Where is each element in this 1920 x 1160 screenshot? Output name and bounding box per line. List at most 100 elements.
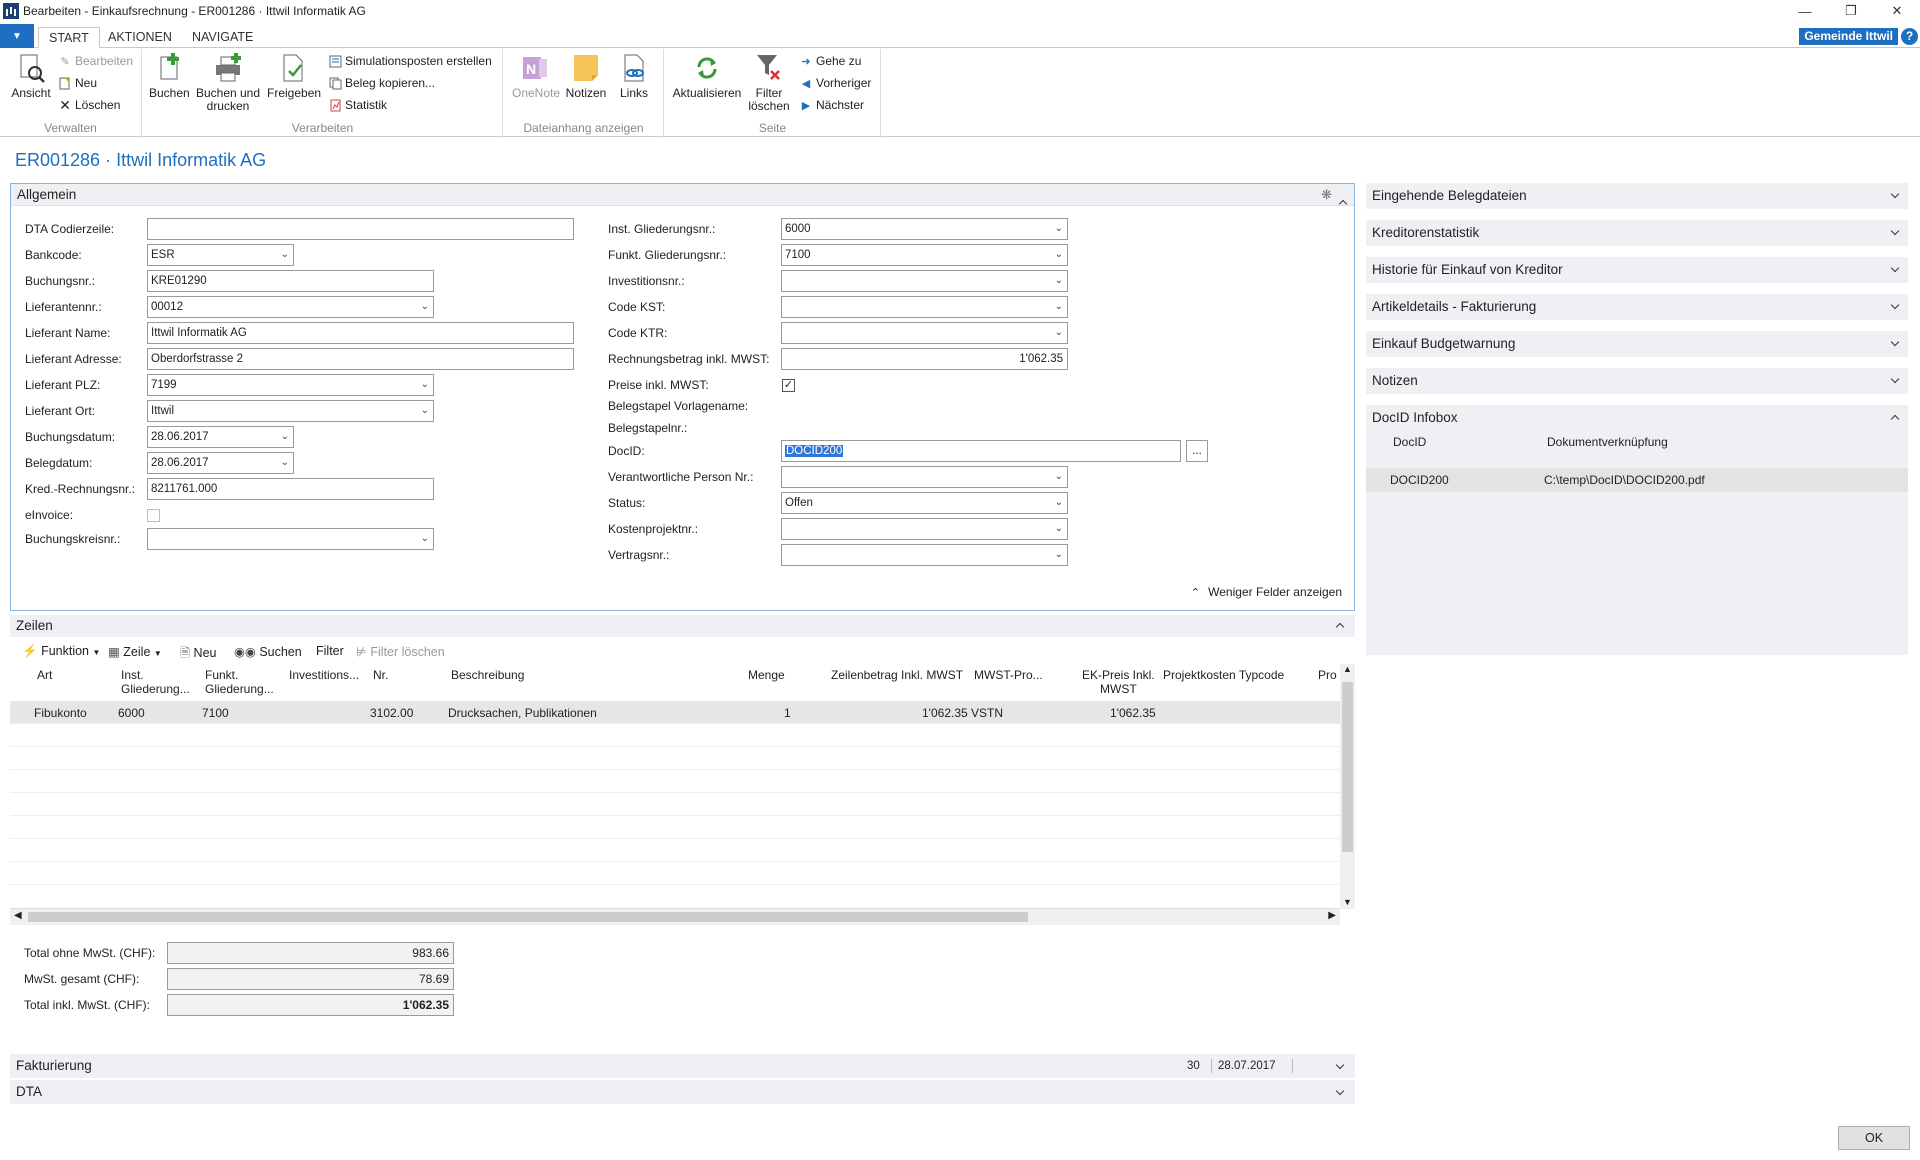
allgemein-header[interactable]: Allgemein ❋ <box>11 184 1354 209</box>
table-row[interactable] <box>10 793 1340 816</box>
chevron-down-icon[interactable]: ⌄ <box>1055 219 1063 239</box>
col-header-art[interactable]: Art <box>37 668 52 682</box>
beleg-kopieren-button[interactable]: Beleg kopieren... <box>328 74 435 92</box>
file-menu-button[interactable]: ▼ <box>0 24 34 48</box>
chevron-down-icon[interactable] <box>1890 337 1900 347</box>
kostenprojektnr-select[interactable]: ⌄ <box>781 518 1068 540</box>
tab-start[interactable]: START <box>38 27 100 48</box>
chevron-down-icon[interactable]: ⌄ <box>1055 519 1063 539</box>
freigeben-button[interactable]: Freigeben <box>267 53 321 100</box>
ansicht-button[interactable]: Ansicht <box>8 53 54 100</box>
notizen-button[interactable]: Notizen <box>564 53 608 100</box>
chevron-down-icon[interactable]: ⌄ <box>281 427 289 447</box>
filter-loeschen-button[interactable]: Filter löschen <box>747 53 791 113</box>
vertical-scroll-thumb[interactable] <box>1342 682 1353 852</box>
fasttab-dta[interactable]: DTA <box>10 1080 1355 1104</box>
kred-rechnungsnr-input[interactable]: 8211761.000 <box>147 478 434 500</box>
neu-zeile-button[interactable]: 🗎 Neu <box>180 644 216 665</box>
chevron-down-icon[interactable]: ⌄ <box>1055 271 1063 291</box>
lieferant-adresse-input[interactable]: Oberdorfstrasse 2 <box>147 348 574 370</box>
link-cell[interactable]: C:\temp\DocID\DOCID200.pdf <box>1544 473 1705 487</box>
inst-gliederungsnr-select[interactable]: 6000 ⌄ <box>781 218 1068 240</box>
buchen-drucken-button[interactable]: Buchen und drucken <box>195 53 261 113</box>
table-row[interactable] <box>10 862 1340 885</box>
chevron-down-icon[interactable] <box>1890 226 1900 236</box>
buchungskreisnr-select[interactable]: ⌄ <box>147 528 434 550</box>
simulation-button[interactable]: Simulationsposten erstellen <box>328 52 492 70</box>
horizontal-scroll-thumb[interactable] <box>28 912 1028 922</box>
chevron-down-icon[interactable] <box>1890 374 1900 384</box>
col-header-zeilenbetrag[interactable]: Zeilenbetrag Inkl. MWST <box>831 668 963 682</box>
einvoice-checkbox[interactable] <box>147 509 160 522</box>
table-row[interactable] <box>10 770 1340 793</box>
factbox-historie[interactable]: Historie für Einkauf von Kreditor <box>1366 257 1908 283</box>
funktion-button[interactable]: ⚡ Funktion ▼ <box>22 644 100 659</box>
docid-lookup-button[interactable]: ... <box>1186 440 1208 462</box>
col-header-inst[interactable]: Inst. Gliederung... <box>121 668 190 696</box>
fasttab-fakturierung[interactable]: Fakturierung 30 28.07.2017 <box>10 1054 1355 1078</box>
factbox-notizen[interactable]: Notizen <box>1366 368 1908 394</box>
lieferantennr-select[interactable]: 00012 ⌄ <box>147 296 434 318</box>
chevron-down-icon[interactable]: ⌄ <box>1055 467 1063 487</box>
funkt-gliederungsnr-select[interactable]: 7100 ⌄ <box>781 244 1068 266</box>
filter-button[interactable]: Filter <box>316 644 344 658</box>
aktualisieren-button[interactable]: Aktualisieren <box>671 53 743 100</box>
belegdatum-input[interactable]: 28.06.2017 ⌄ <box>147 452 294 474</box>
col-header-pro[interactable]: Pro <box>1318 668 1337 682</box>
zeile-button[interactable]: ▦ Zeile ▼ <box>108 644 162 659</box>
col-header-funkt[interactable]: Funkt. Gliederung... <box>205 668 274 696</box>
table-row[interactable] <box>10 816 1340 839</box>
col-header-mwst-pro[interactable]: MWST-Pro... <box>974 668 1043 682</box>
table-row[interactable] <box>10 747 1340 770</box>
minimize-button[interactable]: — <box>1782 0 1828 22</box>
chevron-down-icon[interactable]: ⌄ <box>421 375 429 395</box>
scroll-left-icon[interactable]: ◀ <box>14 910 22 921</box>
vertragsnr-select[interactable]: ⌄ <box>781 544 1068 566</box>
docid-row[interactable]: DOCID200 C:\temp\DocID\DOCID200.pdf <box>1366 468 1908 492</box>
chevron-up-icon[interactable] <box>1890 414 1900 424</box>
buchungsnr-input[interactable]: KRE01290 <box>147 270 434 292</box>
table-row[interactable] <box>10 724 1340 747</box>
suchen-button[interactable]: ◉◉ Suchen <box>234 644 302 659</box>
buchungsdatum-input[interactable]: 28.06.2017 ⌄ <box>147 426 294 448</box>
chevron-down-icon[interactable]: ⌄ <box>1055 323 1063 343</box>
lieferant-name-input[interactable]: Ittwil Informatik AG <box>147 322 574 344</box>
help-icon[interactable]: ? <box>1901 28 1918 45</box>
collapse-icon[interactable] <box>1338 192 1348 214</box>
col-header-investitions[interactable]: Investitions... <box>289 668 359 682</box>
code-ktr-select[interactable]: ⌄ <box>781 322 1068 344</box>
col-header-projektkosten[interactable]: Projektkosten Typcode <box>1163 668 1284 682</box>
table-row[interactable]: Fibukonto 6000 7100 3102.00 Drucksachen,… <box>10 701 1340 724</box>
factbox-kreditorenstatistik[interactable]: Kreditorenstatistik <box>1366 220 1908 246</box>
chevron-down-icon[interactable] <box>1890 300 1900 310</box>
chevron-down-icon[interactable]: ⌄ <box>281 453 289 473</box>
col-header-nr[interactable]: Nr. <box>373 668 388 682</box>
neu-button[interactable]: Neu <box>58 74 97 92</box>
company-badge[interactable]: Gemeinde Ittwil <box>1799 28 1898 45</box>
bearbeiten-button[interactable]: ✎ Bearbeiten <box>58 52 133 70</box>
table-row[interactable] <box>10 839 1340 862</box>
scroll-down-icon[interactable]: ▼ <box>1343 897 1352 907</box>
weniger-felder-link[interactable]: ⌃ Weniger Felder anzeigen <box>1191 585 1342 599</box>
factbox-budgetwarnung[interactable]: Einkauf Budgetwarnung <box>1366 331 1908 357</box>
chevron-down-icon[interactable]: ⌄ <box>421 401 429 421</box>
horizontal-scrollbar[interactable]: ◀ ▶ <box>10 909 1340 925</box>
lieferant-plz-select[interactable]: 7199 ⌄ <box>147 374 434 396</box>
chevron-down-icon[interactable]: ⌄ <box>281 245 289 265</box>
bankcode-select[interactable]: ESR ⌄ <box>147 244 294 266</box>
vertical-scrollbar[interactable]: ▲ ▼ <box>1340 664 1355 909</box>
chevron-down-icon[interactable]: ⌄ <box>1055 245 1063 265</box>
filter-loeschen-zeile-button[interactable]: ⊭ Filter löschen <box>356 644 445 659</box>
chevron-down-icon[interactable] <box>1890 189 1900 199</box>
tab-aktionen[interactable]: AKTIONEN <box>98 27 182 48</box>
chevron-down-icon[interactable]: ⌄ <box>421 297 429 317</box>
factbox-artikeldetails[interactable]: Artikeldetails - Fakturierung <box>1366 294 1908 320</box>
col-header-ek-preis[interactable]: EK-Preis Inkl. MWST <box>1082 668 1155 696</box>
naechster-button[interactable]: ▶ Nächster <box>799 96 864 114</box>
status-select[interactable]: Offen ⌄ <box>781 492 1068 514</box>
loeschen-button[interactable]: ✕ Löschen <box>58 96 120 114</box>
factbox-eingehende-belegdateien[interactable]: Eingehende Belegdateien <box>1366 183 1908 209</box>
preise-inkl-mwst-checkbox[interactable]: ✓ <box>782 379 795 392</box>
docid-infobox-header[interactable]: DocID Infobox <box>1366 405 1908 431</box>
chevron-down-icon[interactable] <box>1335 1060 1345 1070</box>
